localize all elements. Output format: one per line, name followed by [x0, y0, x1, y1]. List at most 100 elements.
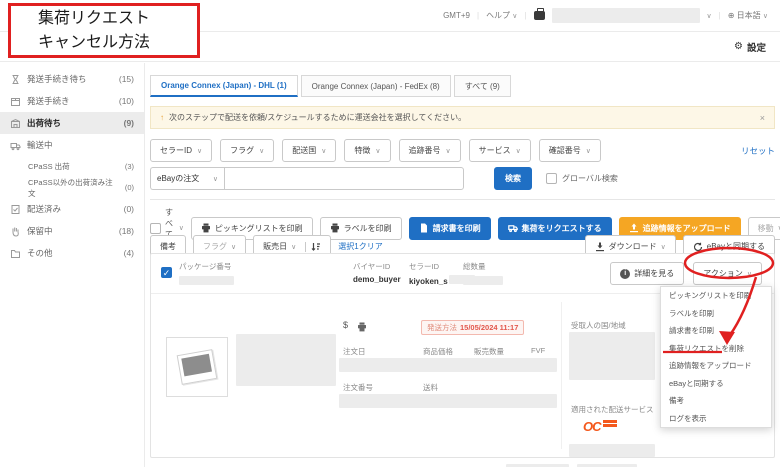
annotation-line1: 集荷リクエスト: [38, 7, 197, 30]
package-number-label: パッケージ番号: [179, 261, 234, 272]
carrier-alert-banner: ↑ 次のステップで配送を依頼/スケジュールするために運送会社を選択してください。…: [150, 106, 775, 129]
chevron-down-icon: ∨: [291, 243, 296, 251]
filter-service[interactable]: サービス∨: [469, 139, 531, 162]
chevron-down-icon: ∨: [213, 175, 218, 183]
refresh-icon: [693, 242, 703, 252]
chevron-down-icon: ∨: [231, 243, 236, 251]
folder-icon: [10, 248, 21, 259]
filter-flag[interactable]: フラグ∨: [220, 139, 274, 162]
search-button[interactable]: 検索: [494, 167, 532, 190]
chevron-down-icon: ∨: [197, 147, 202, 155]
ship-by-label: 発送方法: [427, 322, 457, 333]
chevron-down-icon: ∨: [259, 147, 264, 155]
menu-item-sync-ebay[interactable]: eBayと同期する: [661, 375, 771, 393]
menu-item-print-picking-list[interactable]: ピッキングリストを印刷: [661, 287, 771, 305]
global-search-label: グローバル検索: [562, 173, 618, 184]
filter-feature[interactable]: 特徴∨: [344, 139, 390, 162]
redacted-package-number: [179, 276, 234, 285]
redacted-service-info: [569, 444, 655, 457]
tab-oc-dhl[interactable]: Orange Connex (Japan) - DHL (1): [150, 75, 298, 97]
redacted-recipient-address: [569, 332, 655, 380]
printer-icon: [330, 223, 340, 233]
package-checkbox[interactable]: ✓: [161, 267, 172, 278]
divider: |: [477, 11, 479, 20]
sidebar-item-shipping-procedure[interactable]: 発送手続き(10): [0, 90, 144, 112]
printer-icon: [201, 223, 211, 233]
sidebar-item-awaiting-pickup[interactable]: 出荷待ち(9): [0, 112, 144, 134]
gear-icon: ⚙: [734, 41, 743, 52]
order-number-label: 注文番号: [343, 382, 373, 393]
buyer-id-value: demo_buyer: [353, 275, 401, 284]
menu-item-view-log[interactable]: ログを表示: [661, 410, 771, 428]
sidebar-item-on-hold[interactable]: 保留中(18): [0, 220, 144, 242]
chevron-down-icon[interactable]: ∨: [179, 224, 184, 232]
item-price-label: 商品価格: [423, 346, 453, 357]
sidebar-item-cpass-shipped[interactable]: CPaSS 出荷(3): [0, 156, 144, 177]
filter-destination-country[interactable]: 配送国∨: [282, 139, 336, 162]
settings-button[interactable]: 設定: [747, 40, 766, 54]
upload-icon: [629, 223, 639, 233]
actions-button[interactable]: アクション∨: [693, 262, 762, 285]
sidebar-item-awaiting-shipping-procedure[interactable]: 発送手続き待ち(15): [0, 68, 144, 90]
applied-service-label: 適用された配送サービス: [571, 404, 654, 415]
view-details-button[interactable]: i詳細を見る: [610, 262, 684, 285]
total-quantity-label: 総数量: [463, 261, 503, 272]
menu-item-print-label[interactable]: ラベルを印刷: [661, 305, 771, 323]
alert-text: 次のステップで配送を依頼/スケジュールするために運送会社を選択してください。: [169, 112, 466, 123]
truck-icon: [10, 140, 21, 151]
filter-seller-id[interactable]: セラーID∨: [150, 139, 212, 162]
search-type-select[interactable]: eBayの注文∨: [150, 167, 224, 190]
select-all-checkbox[interactable]: [150, 223, 161, 234]
tab-all[interactable]: すべて (9): [454, 75, 511, 97]
chevron-down-icon: ∨: [516, 147, 521, 155]
menu-item-print-invoice[interactable]: 請求書を印刷: [661, 322, 771, 340]
quantity-label: 販売数量: [474, 346, 504, 357]
recipient-country-label: 受取人の国/地域: [571, 320, 626, 331]
divider: |: [719, 11, 721, 20]
sidebar-item-delivered[interactable]: 配送済み(0): [0, 198, 144, 220]
item-thumbnail[interactable]: [166, 337, 228, 397]
up-arrow-icon: ↑: [160, 113, 164, 122]
sidebar-item-in-transit[interactable]: 輸送中: [0, 134, 144, 156]
divider: [150, 199, 775, 200]
redacted-item-title: [236, 334, 336, 386]
sidebar-item-others[interactable]: その他(4): [0, 242, 144, 264]
ship-by-date: 15/05/2024 11:17: [460, 323, 518, 332]
filter-row: セラーID∨ フラグ∨ 配送国∨ 特徴∨ 追跡番号∨ サービス∨ 確認番号∨ リ…: [150, 139, 775, 162]
redacted-total-quantity: [463, 276, 503, 285]
help-menu[interactable]: ヘルプ ∨: [486, 10, 517, 21]
menu-item-delete-pickup-request[interactable]: 集荷リクエストを削除: [661, 340, 771, 358]
divider: |: [524, 11, 526, 20]
global-search-checkbox[interactable]: [546, 173, 557, 184]
sort-icon: [311, 242, 321, 252]
annotation-line2: キャンセル方法: [38, 31, 197, 54]
search-row: eBayの注文∨ 検索 グローバル検索: [150, 167, 775, 190]
reset-link[interactable]: リセット: [741, 145, 775, 157]
close-icon[interactable]: ×: [760, 113, 765, 123]
filter-confirmation-number[interactable]: 確認番号∨: [539, 139, 601, 162]
tab-oc-fedex[interactable]: Orange Connex (Japan) - FedEx (8): [301, 75, 451, 97]
warehouse-icon: [10, 118, 21, 129]
filter-tracking-number[interactable]: 追跡番号∨: [399, 139, 461, 162]
info-icon: i: [620, 269, 630, 279]
redacted-account-name: [552, 8, 700, 23]
chevron-down-icon: ∨: [446, 147, 451, 155]
order-date-label: 注文日: [343, 346, 366, 357]
redacted-order-values: [339, 358, 557, 372]
printer-icon[interactable]: [357, 322, 367, 332]
menu-item-upload-tracking[interactable]: 追跡情報をアップロード: [661, 357, 771, 375]
hand-icon: [10, 226, 21, 237]
clear-selection-link[interactable]: 選択1クリア: [338, 241, 382, 252]
language-menu[interactable]: ⊕ 日本語 ∨: [728, 10, 768, 21]
menu-item-note[interactable]: 備考: [661, 392, 771, 410]
sidebar-item-non-cpass-shipped[interactable]: CPaSS以外の出荷済み注文(0): [0, 177, 144, 198]
pickup-truck-icon: [508, 223, 518, 233]
dollar-icon[interactable]: $: [343, 320, 348, 330]
chevron-down-icon: ∨: [512, 13, 517, 20]
sidebar: 発送手続き待ち(15) 発送手続き(10) 出荷待ち(9) 輸送中 CPaSS …: [0, 63, 145, 467]
orange-connex-logo: OC: [583, 418, 617, 436]
chevron-down-icon[interactable]: ∨: [707, 12, 712, 20]
search-input[interactable]: [224, 167, 464, 190]
orange-connex-wordmark: [603, 420, 617, 428]
chevron-down-icon: ∨: [747, 270, 752, 278]
